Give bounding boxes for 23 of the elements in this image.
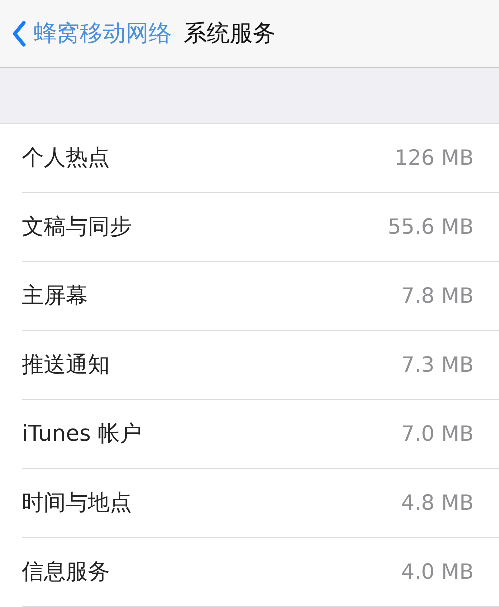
list-row[interactable]: 主屏幕 7.8 MB (22, 262, 499, 331)
list-row[interactable]: 时间与地点 4.8 MB (22, 469, 499, 538)
row-label: 时间与地点 (22, 490, 132, 518)
row-value: 7.0 MB (401, 422, 474, 446)
row-value: 4.0 MB (401, 560, 474, 584)
list-row[interactable]: 推送通知 7.3 MB (22, 331, 499, 400)
row-label: iTunes 帐户 (22, 421, 142, 449)
row-value: 7.8 MB (401, 284, 474, 308)
list-row[interactable]: iTunes 帐户 7.0 MB (22, 400, 499, 469)
row-value: 126 MB (394, 146, 474, 170)
list-row[interactable]: 信息服务 4.0 MB (22, 538, 499, 607)
row-value: 55.6 MB (388, 215, 474, 239)
list-row[interactable]: 个人热点 126 MB (22, 124, 499, 193)
row-value: 4.8 MB (401, 491, 474, 515)
row-value: 7.3 MB (401, 353, 474, 377)
row-label: 个人热点 (22, 145, 110, 173)
row-label: 文稿与同步 (22, 214, 132, 242)
row-label: 推送通知 (22, 352, 110, 380)
page-title: 系统服务 (184, 20, 276, 49)
row-label: 信息服务 (22, 559, 110, 587)
back-chevron-icon (12, 20, 26, 46)
row-label: 主屏幕 (22, 283, 88, 311)
list-row[interactable]: 文稿与同步 55.6 MB (22, 193, 499, 262)
